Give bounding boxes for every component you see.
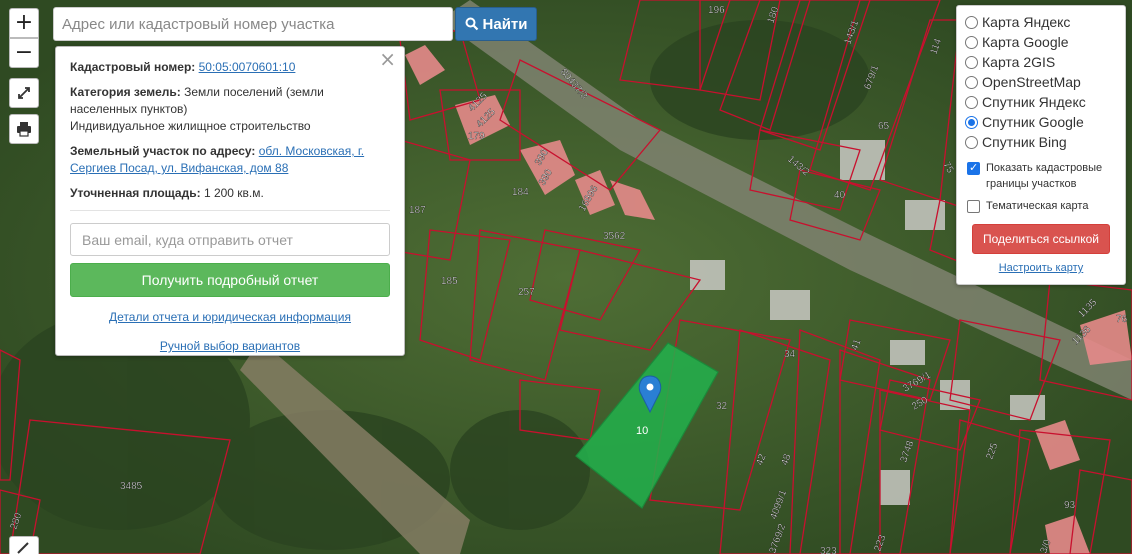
parcel-label: 40 bbox=[834, 190, 846, 201]
parcel-label: 185 bbox=[441, 276, 458, 287]
layer-option-label: Спутник Google bbox=[982, 114, 1084, 130]
parcel-label: 3562 bbox=[603, 231, 626, 242]
layer-option-osm[interactable]: OpenStreetMap bbox=[965, 72, 1117, 92]
parcel-label: 187 bbox=[409, 205, 426, 216]
layer-option-yandex-map[interactable]: Карта Яндекс bbox=[965, 12, 1117, 32]
manual-selection-link[interactable]: Ручной выбор вариантов bbox=[70, 338, 390, 355]
parcel-label: 65 bbox=[878, 121, 890, 132]
search-icon bbox=[465, 17, 478, 31]
email-field[interactable] bbox=[70, 223, 390, 256]
parcel-label: 76 bbox=[1116, 314, 1128, 325]
address-row: Земельный участок по адресу: обл. Москов… bbox=[70, 143, 390, 177]
expand-icon bbox=[18, 87, 30, 99]
selected-parcel-label: 10 bbox=[636, 425, 648, 437]
land-usage-value: Индивидуальное жилищное строительство bbox=[70, 119, 311, 133]
layer-option-label: Спутник Bing bbox=[982, 134, 1067, 150]
layer-option-label: Карта 2GIS bbox=[982, 54, 1056, 70]
cadastral-number-label: Кадастровый номер: bbox=[70, 60, 196, 74]
layer-option-label: Карта Google bbox=[982, 34, 1069, 50]
parcel-info-panel: × Кадастровый номер: 50:05:0070601:10 Ка… bbox=[55, 46, 405, 356]
area-label: Уточненная площадь: bbox=[70, 186, 201, 200]
radio-button[interactable] bbox=[965, 55, 978, 69]
report-details-link[interactable]: Детали отчета и юридическая информация bbox=[70, 309, 390, 326]
share-link-button[interactable]: Поделиться ссылкой bbox=[972, 224, 1110, 254]
area-row: Уточненная площадь: 1 200 кв.м. bbox=[70, 185, 390, 202]
ruler-icon bbox=[17, 542, 29, 554]
parcel-label: 179 bbox=[468, 131, 485, 142]
zoom-in-button[interactable]: + bbox=[9, 8, 39, 38]
layer-option-label: Спутник Яндекс bbox=[982, 94, 1086, 110]
radio-button[interactable] bbox=[965, 15, 978, 29]
cadastral-number-row: Кадастровый номер: 50:05:0070601:10 bbox=[70, 59, 390, 76]
zoom-out-button[interactable]: − bbox=[9, 38, 39, 68]
thematic-map-label: Тематическая карта bbox=[986, 200, 1089, 212]
parcel-label: 323 bbox=[820, 546, 837, 554]
radio-button[interactable] bbox=[965, 75, 978, 89]
address-label: Земельный участок по адресу: bbox=[70, 144, 256, 158]
close-icon[interactable]: × bbox=[379, 49, 396, 69]
land-category-row: Категория земель: Земли поселений (земли… bbox=[70, 84, 390, 135]
search-button-label: Найти bbox=[482, 15, 528, 33]
checkbox[interactable] bbox=[967, 200, 980, 213]
parcel-label: 3485 bbox=[120, 481, 143, 492]
layer-option-label: OpenStreetMap bbox=[982, 74, 1081, 90]
checkbox-checked[interactable] bbox=[967, 160, 980, 176]
thematic-map-toggle[interactable]: Тематическая карта bbox=[965, 198, 1117, 214]
parcel-label: 196 bbox=[708, 5, 725, 16]
search-button[interactable]: Найти bbox=[455, 7, 537, 41]
radio-button[interactable] bbox=[965, 35, 978, 49]
layer-option-google-satellite[interactable]: Спутник Google bbox=[965, 112, 1117, 132]
radio-button[interactable] bbox=[965, 135, 978, 149]
fullscreen-button[interactable] bbox=[9, 78, 39, 108]
layer-option-google-map[interactable]: Карта Google bbox=[965, 32, 1117, 52]
layers-panel: Карта Яндекс Карта Google Карта 2GIS Ope… bbox=[956, 5, 1126, 285]
radio-button-selected[interactable] bbox=[965, 115, 978, 129]
printer-icon bbox=[17, 122, 31, 137]
radio-button[interactable] bbox=[965, 95, 978, 109]
layer-option-label: Карта Яндекс bbox=[982, 14, 1071, 30]
layer-option-yandex-satellite[interactable]: Спутник Яндекс bbox=[965, 92, 1117, 112]
show-cadastral-label: Показать кадастровые границы участков bbox=[986, 162, 1103, 190]
divider bbox=[70, 210, 390, 211]
parcel-label: 257 bbox=[518, 287, 535, 298]
area-value: 1 200 кв.м. bbox=[203, 186, 264, 200]
configure-map-link[interactable]: Настроить карту bbox=[965, 262, 1117, 274]
parcel-label: 93 bbox=[1064, 500, 1076, 511]
print-button[interactable] bbox=[9, 114, 39, 144]
show-cadastral-toggle[interactable]: Показать кадастровые границы участков bbox=[965, 160, 1117, 192]
land-category-label: Категория земель: bbox=[70, 85, 181, 99]
layer-option-bing-satellite[interactable]: Спутник Bing bbox=[965, 132, 1117, 152]
layer-option-2gis-map[interactable]: Карта 2GIS bbox=[965, 52, 1117, 72]
cadastral-number-link[interactable]: 50:05:0070601:10 bbox=[199, 60, 296, 74]
parcel-label: 34 bbox=[784, 349, 796, 360]
parcel-label: 32 bbox=[716, 401, 728, 412]
ruler-tool-button[interactable] bbox=[9, 536, 39, 554]
get-report-button[interactable]: Получить подробный отчет bbox=[70, 263, 390, 297]
parcel-label: 184 bbox=[512, 187, 529, 198]
search-input[interactable] bbox=[53, 7, 453, 41]
